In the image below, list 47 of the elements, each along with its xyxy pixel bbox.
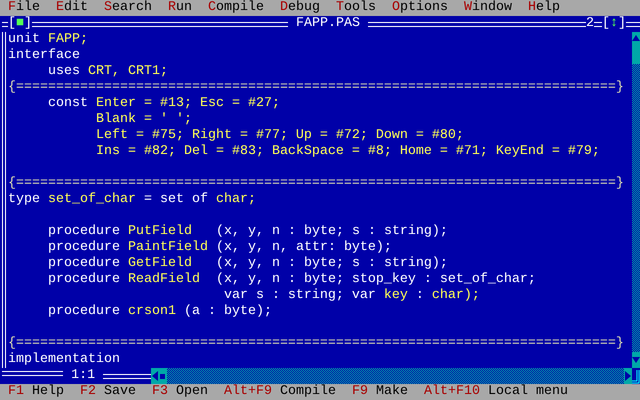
code-line: {===========================================================================}: [8, 336, 624, 352]
code-line: unit FAPP;: [8, 32, 88, 48]
menu-item[interactable]: Edit: [48, 0, 96, 16]
function-key-hint[interactable]: F1 Help: [0, 384, 72, 400]
code-line: procedure PaintField (x, y, n, attr: byte);: [46, 240, 392, 256]
menu-item[interactable]: Compile: [200, 0, 272, 16]
close-button[interactable]: [■]: [8, 16, 32, 32]
scroll-right-icon[interactable]: [624, 368, 632, 384]
menu-item[interactable]: Search: [96, 0, 160, 16]
function-key-hint[interactable]: F9 Make: [344, 384, 416, 400]
code-line: Ins = #82; Del = #83; BackSpace = #8; Home = #71; KeyEnd = #79;: [94, 144, 600, 160]
scroll-up-icon[interactable]: [632, 32, 640, 48]
menu-item[interactable]: Tools: [328, 0, 384, 16]
code-line: implementation: [8, 352, 120, 368]
code-line: {===========================================================================}: [8, 176, 624, 192]
menu-item[interactable]: Help: [520, 0, 568, 16]
function-key-hint[interactable]: F3 Open: [144, 384, 216, 400]
code-line: var s : string; var key : char);: [222, 288, 480, 304]
menu-item[interactable]: Options: [384, 0, 456, 16]
function-key-hint[interactable]: Alt+F9 Compile: [216, 384, 344, 400]
code-line: Left = #75; Right = #77; Up = #72; Down = #80;: [94, 128, 464, 144]
code-line: procedure PutField (x, y, n : byte; s : string);: [46, 224, 448, 240]
code-line: const Enter = #13; Esc = #27;: [46, 96, 280, 112]
code-line: uses CRT, CRT1;: [46, 64, 168, 80]
cursor-position: 1:1: [70, 368, 96, 384]
code-line: {===========================================================================}: [8, 80, 624, 96]
code-line: Blank = ' ';: [94, 112, 192, 128]
menu-item[interactable]: Window: [456, 0, 520, 16]
vertical-scrollbar[interactable]: [632, 32, 640, 368]
zoom-button[interactable]: [↕]: [602, 16, 626, 32]
window-title: FAPP.PAS: [295, 16, 361, 32]
menu-item[interactable]: Debug: [272, 0, 328, 16]
code-line: interface: [8, 48, 80, 64]
scroll-thumb[interactable]: [632, 48, 640, 64]
horizontal-scrollbar[interactable]: [150, 368, 632, 384]
menu-item[interactable]: File: [0, 0, 48, 16]
function-key-hint[interactable]: F2 Save: [72, 384, 144, 400]
window-number: 2: [586, 16, 594, 32]
code-line: procedure ReadField (x, y, n : byte; stop_key : set_of_char;: [46, 272, 536, 288]
code-line: procedure GetField (x, y, n : byte; s : string);: [46, 256, 448, 272]
resize-corner-icon[interactable]: [632, 368, 640, 384]
function-key-hint[interactable]: Alt+F10 Local menu: [416, 384, 576, 400]
code-line: procedure crson1 (a : byte);: [46, 304, 272, 320]
scroll-left-icon[interactable]: [150, 368, 159, 384]
menu-item[interactable]: Run: [160, 0, 200, 16]
scroll-down-icon[interactable]: [632, 352, 640, 368]
code-line: type set_of_char = set of char;: [8, 192, 256, 208]
